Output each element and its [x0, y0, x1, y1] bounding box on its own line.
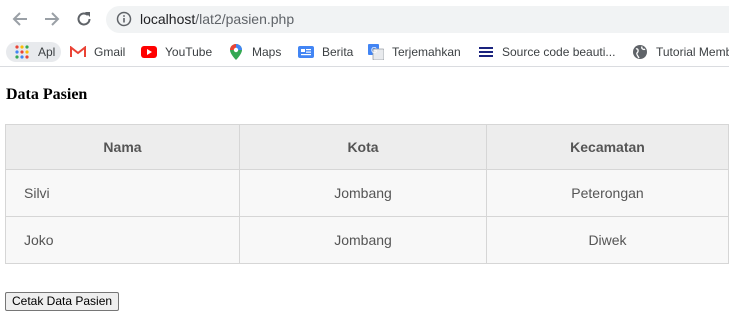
page-title: Data Pasien: [6, 86, 88, 103]
arrow-left-icon: [12, 12, 27, 26]
column-header-kecamatan: Kecamatan: [486, 124, 729, 170]
globe-icon: [632, 44, 648, 60]
news-icon: [298, 44, 314, 60]
svg-text:G: G: [371, 46, 377, 55]
back-button[interactable]: [8, 7, 32, 31]
cell-kota: Jombang: [239, 169, 487, 217]
url-text: localhost/lat2/pasien.php: [140, 11, 295, 27]
bookmark-youtube[interactable]: YouTube: [141, 42, 212, 62]
list-icon: [478, 44, 494, 60]
bookmark-label: Source code beauti...: [502, 45, 616, 59]
reload-button[interactable]: [72, 7, 96, 31]
bookmark-label: Terjemahkan: [392, 45, 461, 59]
column-header-kota: Kota: [239, 124, 487, 170]
cell-kota: Jombang: [239, 216, 487, 264]
bookmark-label: Berita: [322, 45, 354, 59]
table-row: Silvi Jombang Peterongan: [5, 169, 729, 217]
bookmark-label: Gmail: [94, 45, 126, 59]
bookmark-label: Apl: [38, 45, 56, 59]
browser-toolbar: localhost/lat2/pasien.php: [0, 0, 729, 38]
bookmark-tutorial[interactable]: Tutorial Memb: [632, 42, 729, 62]
cell-nama: Joko: [5, 216, 240, 264]
bookmark-berita[interactable]: Berita: [298, 42, 353, 62]
bookmark-terjemahkan[interactable]: G Terjemahkan: [368, 42, 461, 62]
bookmark-label: Maps: [252, 45, 282, 59]
arrow-right-icon: [45, 12, 60, 26]
bookmark-maps[interactable]: Maps: [228, 42, 281, 62]
bookmark-apps[interactable]: Apl: [6, 42, 62, 62]
bookmark-gmail[interactable]: Gmail: [70, 42, 125, 62]
bookmark-source-code[interactable]: Source code beauti...: [478, 42, 615, 62]
youtube-icon: [141, 44, 157, 60]
bookmark-label: YouTube: [165, 45, 213, 59]
info-icon[interactable]: [116, 11, 132, 32]
gmail-icon: [70, 44, 86, 60]
cell-kecamatan: Peterongan: [486, 169, 729, 217]
translate-icon: G: [368, 44, 384, 60]
cell-nama: Silvi: [5, 169, 240, 217]
reload-icon: [77, 12, 91, 26]
cell-kecamatan: Diwek: [486, 216, 729, 264]
apps-grid-icon: [14, 44, 30, 60]
maps-pin-icon: [228, 44, 244, 60]
patient-table: Nama Kota Kecamatan Silvi Jombang Petero…: [5, 124, 729, 264]
address-bar[interactable]: localhost/lat2/pasien.php: [106, 6, 729, 33]
column-header-nama: Nama: [5, 124, 240, 170]
table-header-row: Nama Kota Kecamatan: [5, 124, 729, 170]
bookmarks-bar: Apl Gmail YouTube Maps Berita G Terjemah…: [0, 38, 729, 67]
forward-button[interactable]: [40, 7, 64, 31]
table-row: Joko Jombang Diwek: [5, 216, 729, 264]
bookmark-label: Tutorial Memb: [656, 45, 729, 59]
print-patient-data-button[interactable]: Cetak Data Pasien: [5, 292, 120, 311]
